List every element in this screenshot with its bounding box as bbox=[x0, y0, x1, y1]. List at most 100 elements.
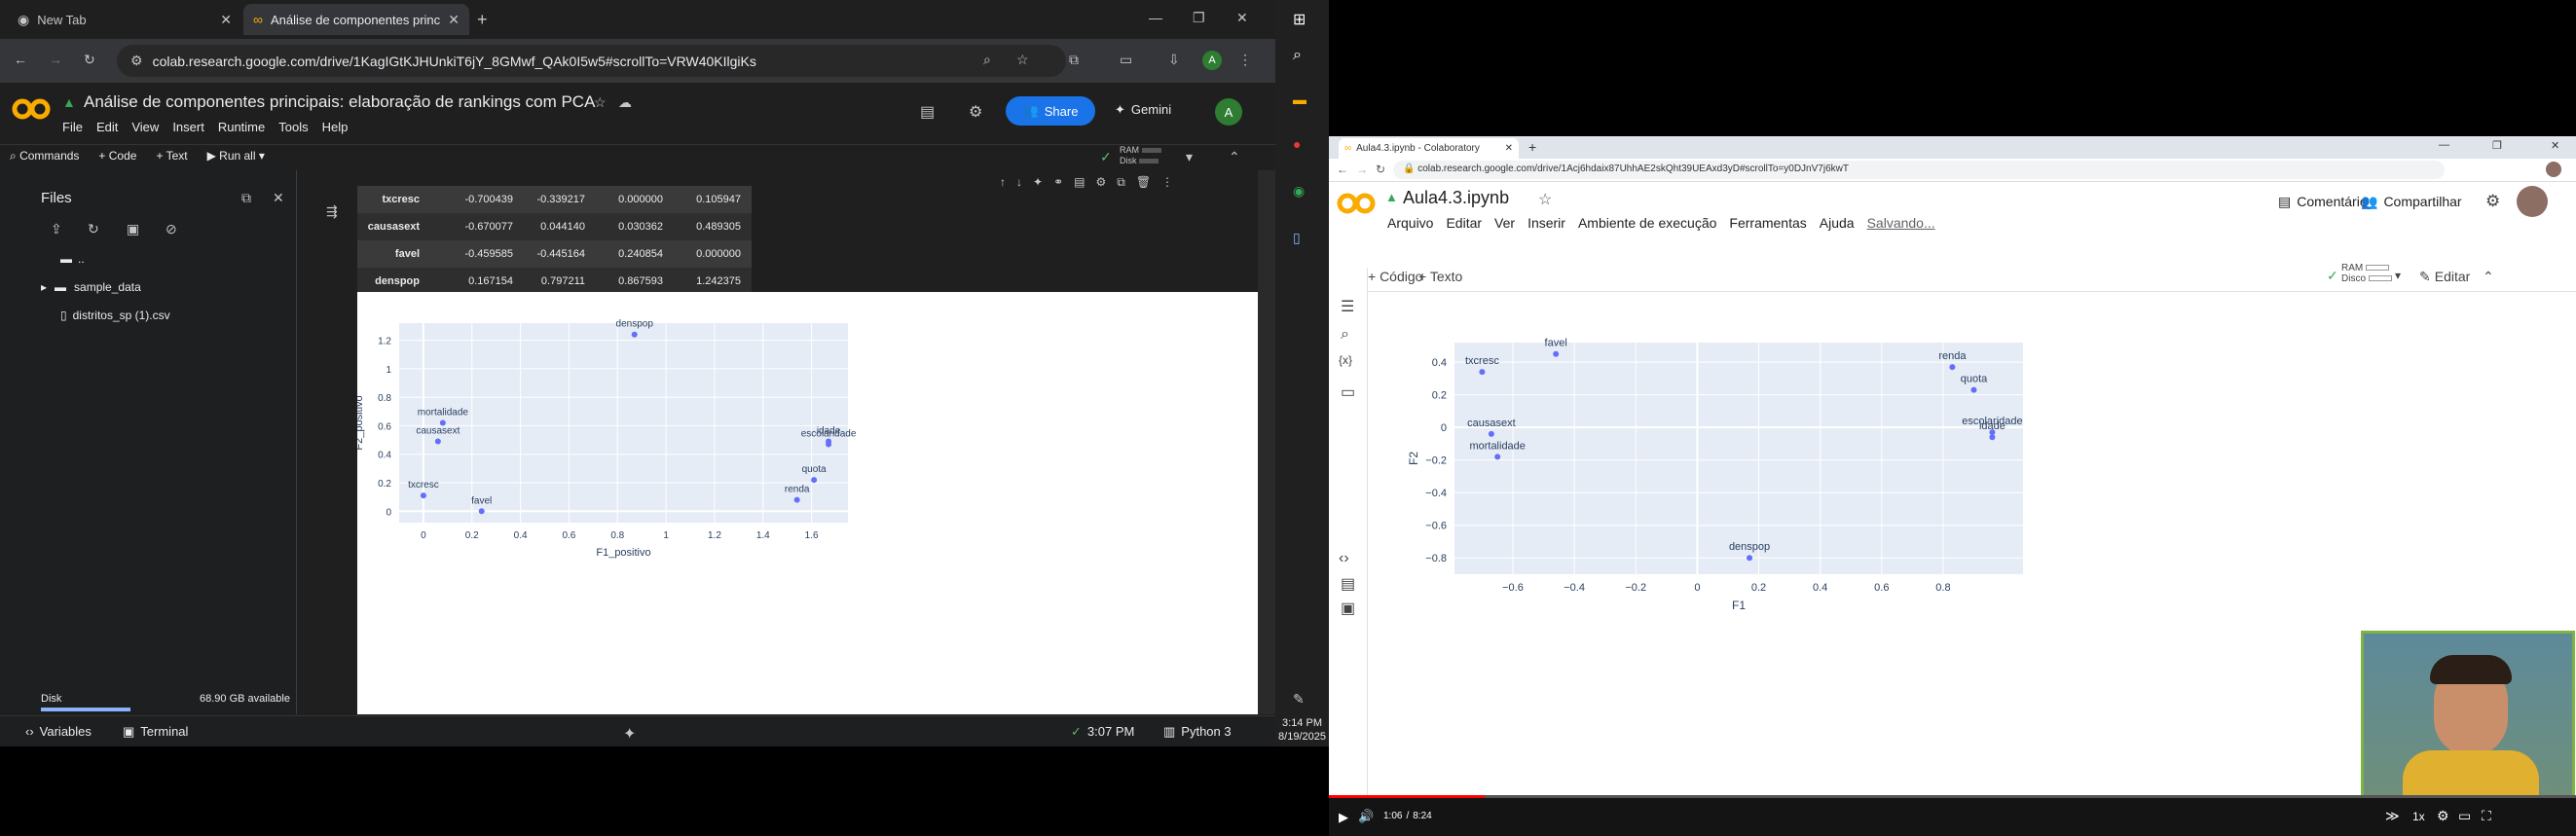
menu-runtime[interactable]: Runtime bbox=[218, 120, 265, 134]
menu-file[interactable]: File bbox=[62, 120, 83, 134]
menu-tools[interactable]: Tools bbox=[278, 120, 308, 134]
menu-arquivo[interactable]: Arquivo bbox=[1387, 215, 1433, 231]
notebook-title[interactable]: Análise de componentes principais: elabo… bbox=[84, 92, 595, 112]
settings-gear-icon[interactable]: ⚙ bbox=[2485, 192, 2500, 211]
file-explorer-icon[interactable]: ▬ bbox=[1293, 91, 1306, 107]
execution-time[interactable]: ✓ 3:07 PM bbox=[1071, 724, 1134, 740]
url-input[interactable]: ⚙ colab.research.google.com/drive/1KagIG… bbox=[117, 45, 1066, 77]
tree-item-parent[interactable]: ▬.. bbox=[60, 252, 85, 266]
upload-icon[interactable]: ⇪ bbox=[51, 221, 62, 237]
tree-item-csv[interactable]: ▯ distritos_sp (1).csv bbox=[60, 309, 170, 322]
menu-edit[interactable]: Edit bbox=[96, 120, 118, 134]
toc-icon[interactable]: ☰ bbox=[1341, 297, 1354, 316]
link-icon[interactable]: ⚭ bbox=[1053, 175, 1063, 190]
chevron-down-icon[interactable]: ▾ bbox=[2395, 269, 2401, 282]
menu-help[interactable]: Help bbox=[322, 120, 349, 134]
star-icon[interactable]: ☆ bbox=[594, 94, 607, 111]
collapse-icon[interactable]: ⌃ bbox=[2483, 269, 2494, 285]
menu-ferramentas[interactable]: Ferramentas bbox=[1729, 215, 1806, 231]
settings-gear-icon[interactable]: ⚙ bbox=[969, 102, 982, 122]
close-icon[interactable]: ✕ bbox=[273, 190, 284, 206]
minimize-icon[interactable]: — bbox=[2439, 139, 2449, 151]
url-input[interactable]: 🔒 colab.research.google.com/drive/1Acj6h… bbox=[1393, 161, 2445, 179]
hide-icon[interactable]: ⊘ bbox=[166, 221, 177, 237]
gemini-icon[interactable]: ✦ bbox=[1033, 175, 1043, 190]
tab-new-tab[interactable]: ◉ New Tab ✕ bbox=[8, 4, 241, 35]
cloud-icon[interactable]: ☁ bbox=[618, 94, 632, 111]
cast-icon[interactable]: ▭ bbox=[1120, 52, 1132, 68]
maximize-icon[interactable]: ❐ bbox=[2492, 139, 2502, 152]
close-icon[interactable]: ✕ bbox=[1505, 143, 1513, 154]
fullscreen-icon[interactable]: ⛶ bbox=[2482, 808, 2491, 824]
gemini-button[interactable]: ✦ Gemini bbox=[1115, 102, 1171, 118]
account-avatar[interactable]: A bbox=[1215, 98, 1242, 126]
mirror-icon[interactable]: ⧉ bbox=[1117, 175, 1125, 190]
menu-ver[interactable]: Ver bbox=[1494, 215, 1515, 231]
profile-avatar[interactable]: A bbox=[1202, 51, 1222, 70]
add-text-button[interactable]: + Text bbox=[156, 149, 187, 164]
settings-gear-icon[interactable]: ⚙ bbox=[1095, 175, 1106, 190]
menu-editar[interactable]: Editar bbox=[1446, 215, 1482, 231]
mount-drive-icon[interactable]: ▣ bbox=[127, 221, 139, 237]
command-palette-icon[interactable]: ▤ bbox=[1341, 574, 1355, 594]
resource-monitor[interactable]: RAM Disk bbox=[1120, 145, 1161, 166]
add-text-button[interactable]: + Texto bbox=[1418, 269, 1462, 284]
terminal-icon[interactable]: ▣ bbox=[1341, 599, 1355, 618]
skip-forward-icon[interactable]: ≫ bbox=[2385, 808, 2400, 824]
comment-button[interactable]: ▤ Comentário bbox=[2278, 194, 2368, 210]
forward-icon[interactable]: → bbox=[49, 52, 62, 67]
reload-icon[interactable]: ↻ bbox=[1376, 163, 1385, 176]
move-up-icon[interactable]: ↑ bbox=[1000, 175, 1006, 190]
notebook-title[interactable]: Aula4.3.ipynb bbox=[1403, 188, 1509, 208]
more-menu-icon[interactable]: ⋮ bbox=[1238, 52, 1252, 68]
back-icon[interactable]: ← bbox=[14, 52, 27, 67]
delete-icon[interactable]: 🗑 bbox=[1136, 175, 1151, 190]
search-icon[interactable]: ⌕ bbox=[1293, 47, 1302, 64]
account-avatar[interactable] bbox=[2517, 186, 2548, 217]
tab-colab[interactable]: ∞ Análise de componentes princip... ✕ bbox=[243, 4, 469, 35]
more-menu-icon[interactable]: ⋮ bbox=[1161, 175, 1173, 190]
resource-monitor[interactable]: RAM Disco bbox=[2341, 263, 2392, 284]
menu-ambiente[interactable]: Ambiente de execução bbox=[1578, 215, 1716, 231]
menu-ajuda[interactable]: Ajuda bbox=[1820, 215, 1855, 231]
close-window-icon[interactable]: ✕ bbox=[1236, 10, 1248, 26]
close-icon[interactable]: ✕ bbox=[448, 12, 460, 28]
comment-icon[interactable]: ▤ bbox=[1074, 175, 1085, 190]
minimize-icon[interactable]: — bbox=[1149, 10, 1162, 25]
share-button[interactable]: 👥 Share bbox=[1006, 96, 1095, 126]
refresh-icon[interactable]: ↻ bbox=[88, 221, 99, 237]
new-window-icon[interactable]: ⧉ bbox=[241, 190, 251, 206]
pen-icon[interactable]: ✎ bbox=[1293, 691, 1305, 708]
runtime-info[interactable]: ▥ Python 3 bbox=[1163, 724, 1232, 740]
commands-button[interactable]: ⌕ Commands bbox=[10, 149, 79, 164]
back-icon[interactable]: ← bbox=[1337, 163, 1348, 176]
playback-speed[interactable]: 1x bbox=[2412, 810, 2425, 823]
search-icon[interactable]: ⌕ bbox=[1341, 326, 1349, 344]
chrome-icon[interactable]: ◉ bbox=[1293, 183, 1305, 200]
forward-icon[interactable]: → bbox=[1356, 163, 1368, 176]
star-icon[interactable]: ☆ bbox=[1538, 190, 1552, 209]
volume-icon[interactable]: 🔊 bbox=[1358, 809, 1374, 824]
theater-mode-icon[interactable]: ▭ bbox=[2458, 808, 2471, 824]
reload-icon[interactable]: ↻ bbox=[84, 52, 95, 68]
search-icon[interactable]: ⌕ bbox=[983, 52, 991, 68]
tab-aula[interactable]: ∞ Aula4.3.ipynb - Colaboratory ✕ bbox=[1339, 138, 1519, 159]
cell-output-icon[interactable]: ⇶ bbox=[326, 203, 338, 220]
app-icon[interactable]: ● bbox=[1293, 136, 1301, 152]
variables-icon[interactable]: {x} bbox=[1339, 353, 1352, 367]
profile-avatar[interactable] bbox=[2546, 162, 2561, 177]
add-code-button[interactable]: + Code bbox=[98, 149, 136, 164]
maximize-icon[interactable]: ❐ bbox=[1193, 10, 1205, 26]
share-button[interactable]: 👥 Compartilhar bbox=[2361, 194, 2462, 210]
download-icon[interactable]: ⇩ bbox=[1168, 52, 1180, 68]
new-tab-icon[interactable]: + bbox=[1528, 139, 1536, 155]
folder-icon[interactable]: ▭ bbox=[1341, 382, 1355, 402]
play-icon[interactable]: ▶ bbox=[1339, 810, 1348, 825]
move-down-icon[interactable]: ↓ bbox=[1016, 175, 1022, 190]
bookmark-star-icon[interactable]: ☆ bbox=[1016, 52, 1029, 68]
close-icon[interactable]: ✕ bbox=[220, 12, 232, 28]
comment-icon[interactable]: ▤ bbox=[920, 102, 935, 122]
gemini-icon[interactable]: ✦ bbox=[623, 724, 636, 744]
menu-inserir[interactable]: Inserir bbox=[1527, 215, 1565, 231]
close-window-icon[interactable]: ✕ bbox=[2551, 139, 2559, 152]
